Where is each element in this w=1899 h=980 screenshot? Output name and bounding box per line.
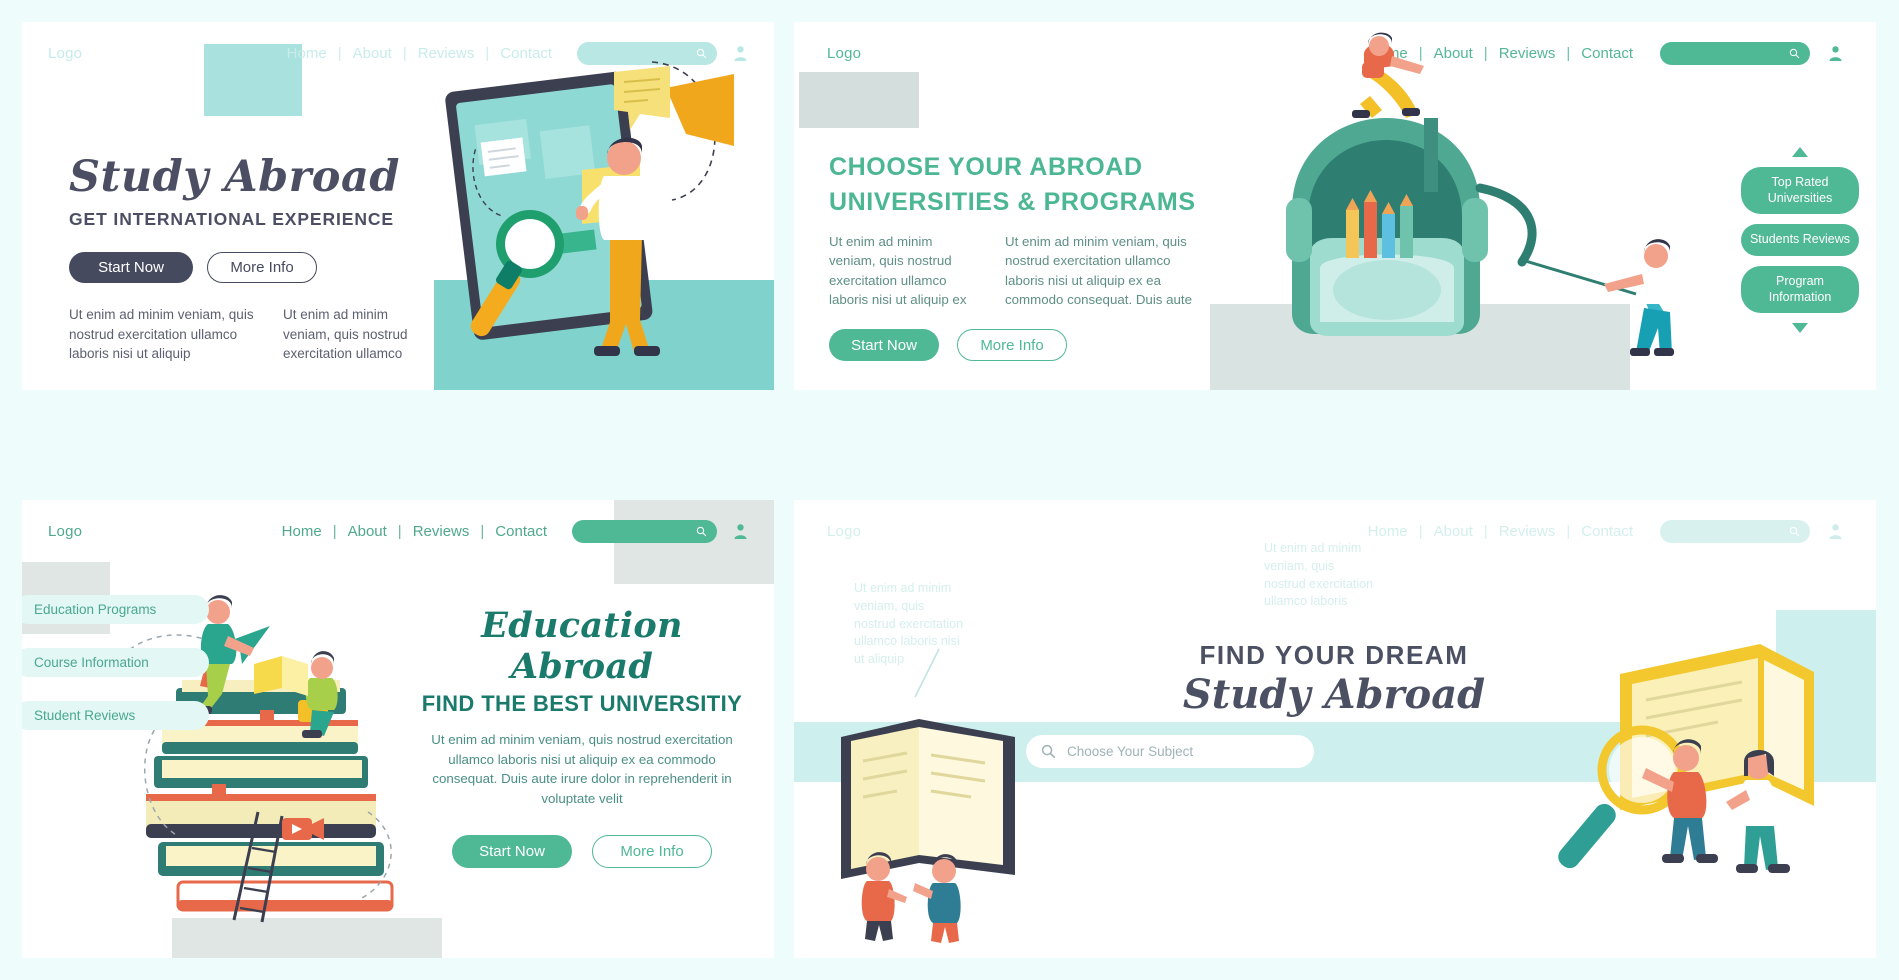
nav-item-about[interactable]: About [342,45,403,62]
cta-row: Start Now More Info [417,834,747,868]
nav-links: Home | About | Reviews | Contact [271,519,748,543]
nav-separator: | [332,522,337,540]
subject-search-placeholder: Choose Your Subject [1067,744,1194,759]
page-title: Education Abroad [481,605,683,687]
nav-separator: | [1418,522,1423,540]
subject-search-input[interactable]: Choose Your Subject [1026,735,1314,768]
page-title-line1: CHOOSE YOUR ABROAD [829,153,1143,181]
panel-study-abroad: Logo Home | About | Reviews | Contact St… [22,22,774,390]
description-column-2: Ut enim ad minim veniam, quis nostrud ex… [1005,234,1193,307]
nav-item-about[interactable]: About [1423,523,1484,540]
page-subtitle: FIND THE BEST UNIVERSITIY [421,691,743,716]
badge-students-reviews[interactable]: Students Reviews [1741,224,1859,256]
start-now-button[interactable]: Start Now [829,329,939,362]
user-icon[interactable] [1828,523,1843,540]
start-now-button[interactable]: Start Now [452,834,572,868]
logo[interactable]: Logo [48,45,82,62]
start-now-button[interactable]: Start Now [69,252,193,284]
open-book [841,719,1015,879]
triangle-up-icon [1792,147,1808,157]
hero-copy-panel3: Education Abroad FIND THE BEST UNIVERSIT… [417,605,747,868]
page-title: Study Abroad [69,152,400,202]
video-icon [282,818,324,840]
nav-item-reviews[interactable]: Reviews [1488,523,1567,540]
ghost-text-right: Ut enim ad minim veniam, quis nostrud ex… [1264,541,1374,609]
badge-education-programs[interactable]: Education Programs [22,595,209,624]
logo[interactable]: Logo [827,523,861,540]
nav-separator: | [337,44,342,62]
page-title-line2: UNIVERSITIES & PROGRAMS [829,187,1196,216]
badge-program-information[interactable]: Program Information [1741,265,1859,314]
search-input[interactable] [572,519,717,543]
more-info-button[interactable]: More Info [207,252,317,284]
description-column-2: Ut enim ad minim veniam, quis nostrud ex… [283,307,408,362]
illustration-book-magnifier [1558,644,1814,873]
description-column-1: Ut enim ad minim veniam, quis nostrud ex… [69,307,254,362]
cta-row: Start Now More Info [69,252,449,284]
triangle-down-icon [1792,323,1808,334]
navbar-panel3: Logo Home | About | Reviews | Contact [22,500,774,562]
side-badge-column: Education Programs Course Information St… [22,595,209,730]
page-title: CHOOSE YOUR ABROAD UNIVERSITIES & PROGRA… [829,150,1259,219]
nav-separator: | [402,44,407,62]
panel-education-abroad: Logo Home | About | Reviews | Contact Ed… [22,500,774,958]
book-6 [176,880,394,912]
more-info-button[interactable]: More Info [592,834,712,868]
nav-separator: | [1566,522,1571,540]
nav-item-contact[interactable]: Contact [484,523,558,540]
search-icon [696,526,707,536]
nav-separator: | [480,522,485,540]
search-icon [1041,744,1056,759]
page-title: FIND YOUR DREAM [1199,640,1469,670]
nav-separator: | [1483,522,1488,540]
logo[interactable]: Logo [48,523,82,540]
page-subtitle: GET INTERNATIONAL EXPERIENCE [69,209,394,230]
magnifier-icon [1558,725,1687,869]
nav-item-home[interactable]: Home [1357,523,1419,540]
description-columns: Ut enim ad minim veniam, quis nostrud ex… [69,305,449,364]
nav-links: Home | About | Reviews | Contact [1357,519,1843,543]
logo[interactable]: Logo [827,45,861,62]
badge-column: Top Rated Universities Students Reviews … [1740,147,1860,334]
hero-copy-panel1: Study Abroad GET INTERNATIONAL EXPERIENC… [69,152,449,364]
page-subtitle: Study Abroad [1182,671,1486,718]
search-input[interactable] [1660,519,1810,543]
book-4 [146,794,376,838]
description-text: Ut enim ad minim veniam, quis nostrud ex… [431,732,733,807]
nav-item-home[interactable]: Home [276,45,338,62]
nav-item-reviews[interactable]: Reviews [402,523,481,540]
user-icon[interactable] [733,523,748,540]
nav-item-home[interactable]: Home [271,523,333,540]
badge-course-information[interactable]: Course Information [22,648,209,677]
nav-item-about[interactable]: About [337,523,398,540]
person-right [913,854,961,943]
hero-copy-panel2: CHOOSE YOUR ABROAD UNIVERSITIES & PROGRA… [829,150,1259,362]
nav-item-contact[interactable]: Contact [1570,523,1644,540]
climbing-person [1352,32,1424,118]
panel-find-your-dream: Logo Home | About | Reviews | Contact Ut… [794,500,1876,958]
badge-student-reviews[interactable]: Student Reviews [22,701,209,730]
illustration-tablet-student [434,61,774,390]
badge-top-rated-universities[interactable]: Top Rated Universities [1741,167,1859,215]
hero-copy-panel4: FIND YOUR DREAM Study Abroad [1084,640,1584,717]
description-columns: Ut enim ad minim veniam, quis nostrud ex… [829,232,1259,309]
panel-choose-universities: Logo Home | About | Reviews | Contact [794,22,1876,390]
nav-separator: | [397,522,402,540]
illustration-open-book [841,648,1015,943]
cta-row: Start Now More Info [829,329,1259,362]
search-icon [1789,526,1800,536]
more-info-button[interactable]: More Info [957,329,1067,362]
landing-page-set: Logo Home | About | Reviews | Contact St… [0,0,1899,980]
description-column-1: Ut enim ad minim veniam, quis nostrud ex… [829,234,967,307]
